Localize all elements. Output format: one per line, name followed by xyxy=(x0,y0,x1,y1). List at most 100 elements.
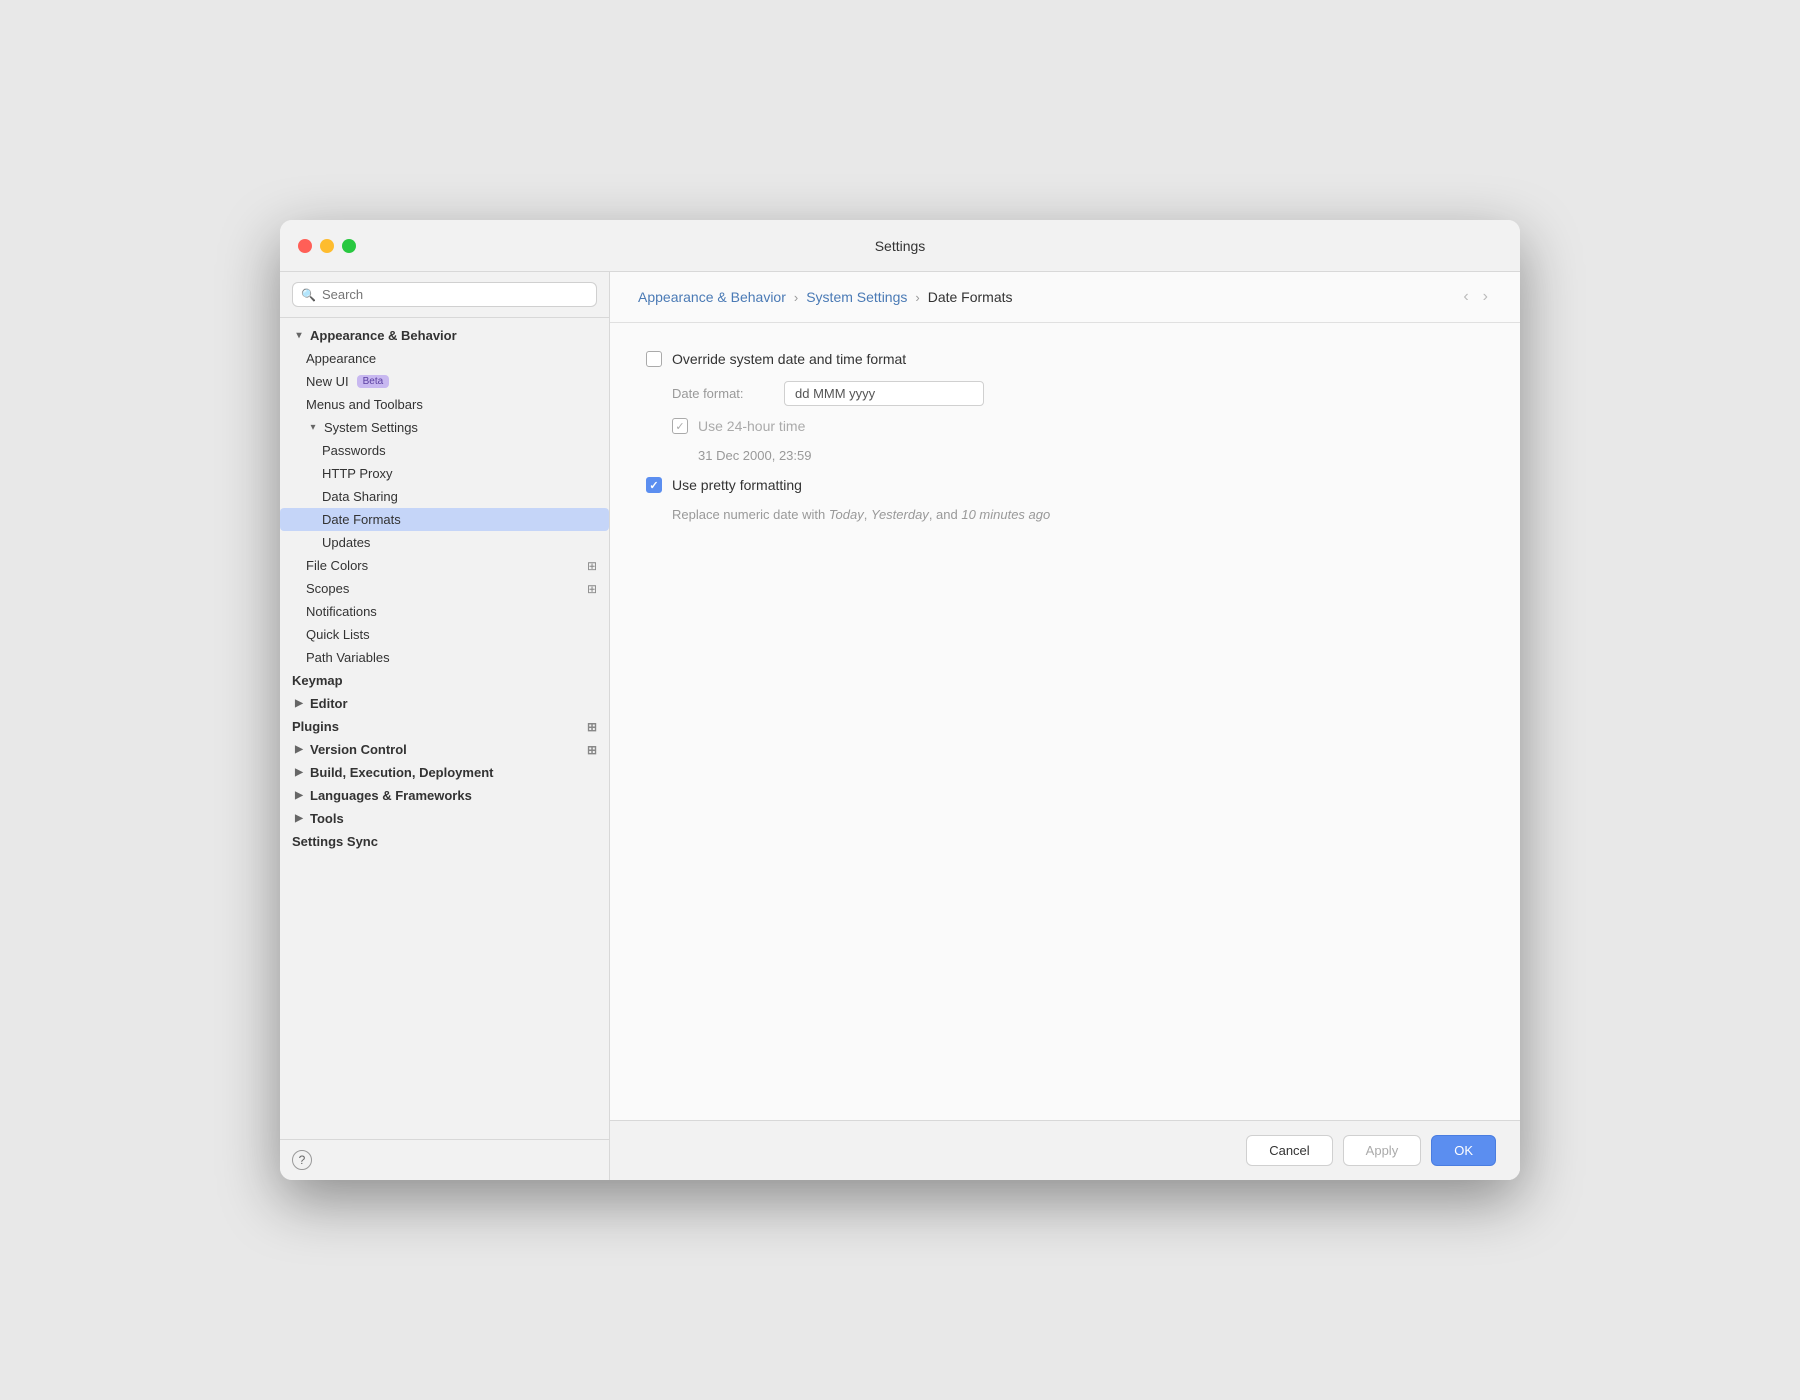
pretty-desc-10min: 10 minutes ago xyxy=(961,507,1050,522)
date-format-row: Date format: xyxy=(672,381,1484,406)
sidebar-item-label: Appearance xyxy=(306,351,376,366)
use-24h-label: Use 24-hour time xyxy=(698,418,805,434)
forward-button[interactable]: › xyxy=(1479,286,1492,308)
sidebar-item-appearance-behavior[interactable]: ▾ Appearance & Behavior xyxy=(280,324,609,347)
window-title: Settings xyxy=(875,238,926,254)
sidebar-item-tools[interactable]: ▶ Tools xyxy=(280,807,609,830)
chevron-right-icon: ▶ xyxy=(292,767,306,778)
titlebar: Settings xyxy=(280,220,1520,272)
chevron-right-icon: ▶ xyxy=(292,698,306,709)
sidebar-item-settings-sync[interactable]: Settings Sync xyxy=(280,830,609,853)
sidebar-item-label: Passwords xyxy=(322,443,386,458)
sidebar-item-label: Quick Lists xyxy=(306,627,370,642)
ok-button[interactable]: OK xyxy=(1431,1135,1496,1166)
grid-icon: ⊞ xyxy=(587,559,597,573)
breadcrumb-item-1[interactable]: Appearance & Behavior xyxy=(638,289,786,305)
sidebar-item-languages-frameworks[interactable]: ▶ Languages & Frameworks xyxy=(280,784,609,807)
search-input[interactable] xyxy=(322,287,588,302)
search-wrapper[interactable]: 🔍 xyxy=(292,282,597,307)
back-button[interactable]: ‹ xyxy=(1459,286,1472,308)
sidebar-item-label: Settings Sync xyxy=(292,834,378,849)
sidebar-item-label: Plugins xyxy=(292,719,339,734)
chevron-down-icon: ▾ xyxy=(306,422,320,433)
pretty-desc-text: Replace numeric date with xyxy=(672,507,829,522)
pretty-desc-comma2: , and xyxy=(929,507,962,522)
sidebar-item-label: Languages & Frameworks xyxy=(310,788,472,803)
sidebar-item-http-proxy[interactable]: HTTP Proxy xyxy=(280,462,609,485)
window-footer: Cancel Apply OK xyxy=(610,1120,1520,1180)
maximize-button[interactable] xyxy=(342,239,356,253)
sidebar-item-label: Build, Execution, Deployment xyxy=(310,765,493,780)
date-format-input[interactable] xyxy=(784,381,984,406)
sidebar-item-label: Updates xyxy=(322,535,370,550)
breadcrumb-nav: ‹ › xyxy=(1459,286,1492,308)
sidebar-footer: ? xyxy=(280,1139,609,1180)
search-container: 🔍 xyxy=(280,272,609,318)
pretty-desc-today: Today xyxy=(829,507,864,522)
sidebar-item-label: Notifications xyxy=(306,604,377,619)
sidebar-item-path-variables[interactable]: Path Variables xyxy=(280,646,609,669)
chevron-right-icon: ▶ xyxy=(292,744,306,755)
sidebar-item-new-ui[interactable]: New UI Beta xyxy=(280,370,609,393)
sidebar-item-keymap[interactable]: Keymap xyxy=(280,669,609,692)
time-preview: 31 Dec 2000, 23:59 xyxy=(672,448,1484,463)
sidebar-item-label: Data Sharing xyxy=(322,489,398,504)
main-panel: Appearance & Behavior › System Settings … xyxy=(610,272,1520,1180)
sidebar-item-data-sharing[interactable]: Data Sharing xyxy=(280,485,609,508)
sidebar-item-passwords[interactable]: Passwords xyxy=(280,439,609,462)
sidebar-item-system-settings[interactable]: ▾ System Settings xyxy=(280,416,609,439)
override-checkbox[interactable] xyxy=(646,351,662,367)
apply-button[interactable]: Apply xyxy=(1343,1135,1422,1166)
beta-badge: Beta xyxy=(357,375,390,388)
sidebar-item-file-colors[interactable]: File Colors ⊞ xyxy=(280,554,609,577)
sidebar-item-notifications[interactable]: Notifications xyxy=(280,600,609,623)
sidebar-item-plugins[interactable]: Plugins ⊞ xyxy=(280,715,609,738)
date-format-section: Date format: Use 24-hour time 31 Dec 200… xyxy=(646,381,1484,463)
content-area: 🔍 ▾ Appearance & Behavior Appearance New… xyxy=(280,272,1520,1180)
close-button[interactable] xyxy=(298,239,312,253)
breadcrumb: Appearance & Behavior › System Settings … xyxy=(610,272,1520,323)
pretty-formatting-checkbox[interactable] xyxy=(646,477,662,493)
breadcrumb-item-3: Date Formats xyxy=(928,289,1013,305)
minimize-button[interactable] xyxy=(320,239,334,253)
sidebar-item-label: HTTP Proxy xyxy=(322,466,393,481)
pretty-formatting-label: Use pretty formatting xyxy=(672,477,802,493)
pretty-formatting-row: Use pretty formatting xyxy=(646,477,1484,493)
sidebar-item-editor[interactable]: ▶ Editor xyxy=(280,692,609,715)
sidebar-item-appearance[interactable]: Appearance xyxy=(280,347,609,370)
sidebar-tree: ▾ Appearance & Behavior Appearance New U… xyxy=(280,318,609,1139)
breadcrumb-separator: › xyxy=(915,290,919,305)
pretty-formatting-desc: Replace numeric date with Today, Yesterd… xyxy=(646,507,1484,522)
pretty-formatting-section: Use pretty formatting Replace numeric da… xyxy=(646,477,1484,522)
sidebar-item-label: Path Variables xyxy=(306,650,390,665)
sidebar-item-label: New UI xyxy=(306,374,349,389)
grid-icon: ⊞ xyxy=(587,720,597,734)
sidebar-item-label: File Colors xyxy=(306,558,368,573)
sidebar-item-quick-lists[interactable]: Quick Lists xyxy=(280,623,609,646)
main-content: Override system date and time format Dat… xyxy=(610,323,1520,1120)
use-24h-checkbox[interactable] xyxy=(672,418,688,434)
sidebar-item-scopes[interactable]: Scopes ⊞ xyxy=(280,577,609,600)
override-setting-row: Override system date and time format xyxy=(646,351,1484,367)
cancel-button[interactable]: Cancel xyxy=(1246,1135,1332,1166)
chevron-right-icon: ▶ xyxy=(292,813,306,824)
breadcrumb-separator: › xyxy=(794,290,798,305)
sidebar-item-updates[interactable]: Updates xyxy=(280,531,609,554)
use-24h-row: Use 24-hour time xyxy=(672,418,1484,434)
chevron-right-icon: ▶ xyxy=(292,790,306,801)
sidebar-item-date-formats[interactable]: Date Formats xyxy=(280,508,609,531)
pretty-desc-yesterday: Yesterday xyxy=(871,507,929,522)
sidebar-item-label: Date Formats xyxy=(322,512,401,527)
grid-icon: ⊞ xyxy=(587,582,597,596)
settings-window: Settings 🔍 ▾ Appearance & Behavior Appea… xyxy=(280,220,1520,1180)
help-button[interactable]: ? xyxy=(292,1150,312,1170)
sidebar-item-label: Tools xyxy=(310,811,344,826)
sidebar-item-label: Appearance & Behavior xyxy=(310,328,457,343)
sidebar-item-version-control[interactable]: ▶ Version Control ⊞ xyxy=(280,738,609,761)
pretty-desc-comma1: , xyxy=(864,507,871,522)
breadcrumb-item-2[interactable]: System Settings xyxy=(806,289,907,305)
sidebar-item-menus-toolbars[interactable]: Menus and Toolbars xyxy=(280,393,609,416)
override-label: Override system date and time format xyxy=(672,351,906,367)
sidebar: 🔍 ▾ Appearance & Behavior Appearance New… xyxy=(280,272,610,1180)
sidebar-item-build-exec-deploy[interactable]: ▶ Build, Execution, Deployment xyxy=(280,761,609,784)
